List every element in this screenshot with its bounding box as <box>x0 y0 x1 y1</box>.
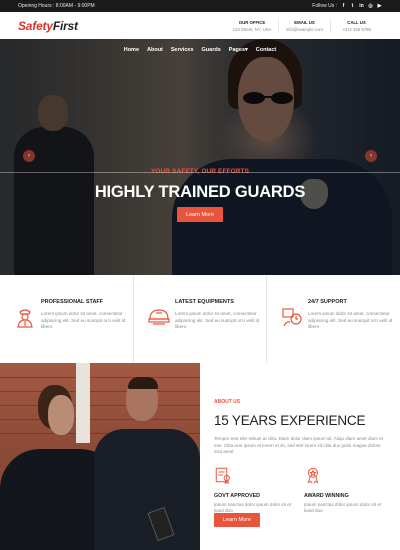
about-description: Tempor erat elitr rebum at clita. Diam d… <box>214 436 384 454</box>
facebook-icon[interactable]: f <box>341 3 346 9</box>
chevron-right-icon: › <box>370 153 372 159</box>
officer2-hair <box>128 377 158 389</box>
highlight-text: Ipsum sanctus dolor ipsum dolor sit et k… <box>304 501 382 514</box>
header-contacts: OUR OFFICE 123 Street, NY, USA EMAIL US … <box>226 18 382 33</box>
instagram-icon[interactable]: ◎ <box>368 3 373 9</box>
certificate-icon <box>215 467 230 484</box>
highlight-govt-approved: GOVT APPROVED Ipsum sanctus dolor ipsum … <box>214 466 304 515</box>
follow-us-label: Follow Us : <box>312 3 337 9</box>
hero-title: HIGHLY TRAINED GUARDS <box>94 183 306 201</box>
feature-title: 24/7 SUPPORT <box>308 299 347 305</box>
about-title: 15 YEARS EXPERIENCE <box>214 413 366 428</box>
officer-face <box>48 395 74 435</box>
feature-text: Lorem ipsum dolor sit amet, consectetur … <box>175 311 260 329</box>
nav-about[interactable]: About <box>147 46 163 54</box>
nav-services[interactable]: Services <box>171 46 194 54</box>
logo[interactable]: SafetyFirst <box>18 19 78 33</box>
nav-home[interactable]: Home <box>124 46 139 54</box>
top-bar: Opening Hours : 8:00AM - 9:00PM Follow U… <box>0 0 400 12</box>
youtube-icon[interactable]: ▶ <box>377 3 382 9</box>
highlight-title: GOVT APPROVED <box>214 492 261 499</box>
features-section: PROFESSIONAL STAFF Lorem ipsum dolor sit… <box>0 275 400 363</box>
about-kicker: ABOUT US <box>214 399 241 405</box>
linkedin-icon[interactable]: in <box>359 3 364 9</box>
contact-value: 123 Street, NY, USA <box>232 26 272 32</box>
award-icon <box>307 467 319 484</box>
main-nav: Home About Services Guards Pages▾ Contac… <box>0 46 400 54</box>
opening-hours: Opening Hours : 8:00AM - 9:00PM <box>18 3 95 9</box>
about-learn-more-button[interactable]: Learn More <box>214 513 260 527</box>
chevron-left-icon: ‹ <box>28 153 30 159</box>
contact-label: EMAIL US <box>294 19 315 25</box>
twitter-icon[interactable]: t <box>350 3 355 9</box>
contact-label: OUR OFFICE <box>238 19 266 25</box>
logo-text-first: First <box>52 18 78 33</box>
contact-office: OUR OFFICE 123 Street, NY, USA <box>226 19 278 33</box>
helmet-icon <box>148 309 170 325</box>
carousel-next-button[interactable]: › <box>365 150 377 162</box>
highlight-award-winning: AWARD WINNING Ipsum sanctus dolor ipsum … <box>304 466 394 515</box>
feature-title: LATEST EQUIPMENTS <box>175 299 234 305</box>
window-frame <box>76 363 90 443</box>
guard-icon <box>17 309 33 328</box>
nav-pages[interactable]: Pages▾ <box>229 46 248 54</box>
officer2-uniform <box>94 429 200 550</box>
hero-learn-more-button[interactable]: Learn More <box>177 207 223 222</box>
social-links: Follow Us : f t in ◎ ▶ <box>312 3 382 9</box>
hero-overlay <box>0 39 400 275</box>
nav-contact[interactable]: Contact <box>256 46 276 54</box>
logo-text-safety: Safety <box>18 18 53 33</box>
nav-pages-label: Pages <box>228 47 246 53</box>
chevron-down-icon: ▾ <box>245 47 248 53</box>
about-section: ABOUT US 15 YEARS EXPERIENCE Tempor erat… <box>0 363 400 550</box>
feature-latest-equipments: LATEST EQUIPMENTS Lorem ipsum dolor sit … <box>133 275 266 363</box>
support-icon <box>282 308 302 327</box>
contact-phone: CALL US +012 345 6789 <box>330 18 382 33</box>
carousel-prev-button[interactable]: ‹ <box>23 150 35 162</box>
feature-text: Lorem ipsum dolor sit amet, consectetur … <box>308 311 393 329</box>
highlight-title: AWARD WINNING <box>304 492 349 499</box>
feature-support: 24/7 SUPPORT Lorem ipsum dolor sit amet,… <box>266 275 399 363</box>
contact-value[interactable]: info@example.com <box>279 27 330 32</box>
contact-label: CALL US <box>347 19 366 25</box>
feature-title: PROFESSIONAL STAFF <box>41 299 104 305</box>
site-header: SafetyFirst OUR OFFICE 123 Street, NY, U… <box>0 12 400 39</box>
hero-carousel: Home About Services Guards Pages▾ Contac… <box>0 39 400 275</box>
feature-text: Lorem ipsum dolor sit amet, consectetur … <box>41 311 126 329</box>
about-photo-officers <box>0 363 200 550</box>
contact-email: EMAIL US info@example.com <box>278 18 330 33</box>
feature-professional-staff: PROFESSIONAL STAFF Lorem ipsum dolor sit… <box>0 275 133 363</box>
contact-value[interactable]: +012 345 6789 <box>331 27 382 32</box>
about-highlights: GOVT APPROVED Ipsum sanctus dolor ipsum … <box>214 466 400 515</box>
hero-divider <box>0 172 400 173</box>
nav-guards[interactable]: Guards <box>202 46 221 54</box>
